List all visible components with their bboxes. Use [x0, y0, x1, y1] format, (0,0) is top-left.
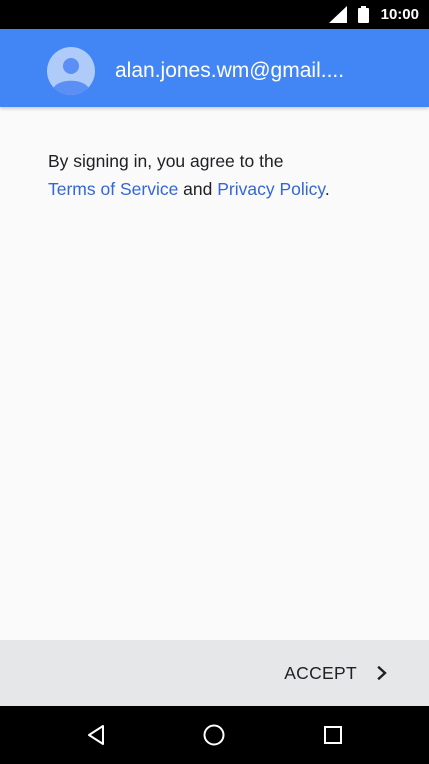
avatar: [47, 47, 95, 95]
status-bar: 10:00: [0, 0, 429, 29]
terms-text: By signing in, you agree to the Terms of…: [48, 147, 388, 203]
account-header: alan.jones.wm@gmail....: [0, 29, 429, 107]
terms-line-2: Terms of Service and Privacy Policy.: [48, 175, 388, 203]
battery-icon: [358, 6, 369, 23]
back-icon[interactable]: [84, 723, 108, 747]
action-bar: ACCEPT: [0, 640, 429, 706]
account-email: alan.jones.wm@gmail....: [115, 59, 345, 82]
navigation-bar: [0, 706, 429, 764]
terms-end: .: [324, 179, 330, 199]
home-icon[interactable]: [202, 723, 226, 747]
terms-of-service-link[interactable]: Terms of Service: [48, 179, 178, 199]
privacy-policy-link[interactable]: Privacy Policy: [217, 179, 325, 199]
accept-button[interactable]: ACCEPT: [284, 656, 389, 690]
person-icon: [53, 58, 89, 95]
terms-line-1: By signing in, you agree to the: [48, 151, 284, 171]
recents-icon[interactable]: [321, 723, 345, 747]
status-time: 10:00: [380, 6, 419, 23]
terms-conjunction: and: [178, 179, 218, 199]
chevron-right-icon: [377, 666, 387, 680]
accept-label: ACCEPT: [284, 662, 357, 683]
signal-icon: [329, 6, 347, 23]
